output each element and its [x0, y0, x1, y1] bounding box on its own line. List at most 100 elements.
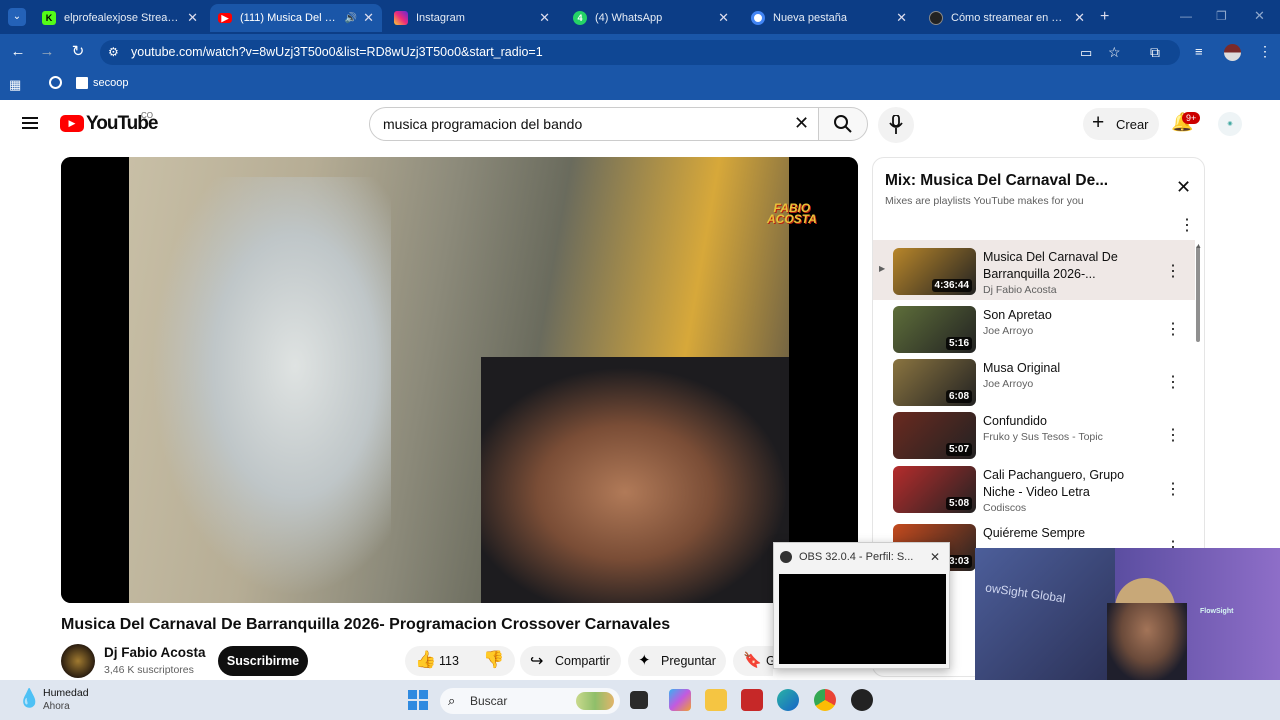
weather-droplet-icon[interactable]: 💧 [18, 688, 40, 709]
webcam-overlay: owSight Global FlowSight [975, 548, 1280, 680]
video-person-right [481, 357, 801, 603]
scroll-up-icon[interactable]: ▲ [1195, 243, 1202, 250]
apps-grid-icon[interactable]: ▦ [9, 77, 21, 93]
playlist-item[interactable]: ▶ 4:36:44 Musica Del Carnaval De Barranqui… [873, 240, 1195, 300]
item-menu-icon[interactable]: ⋮ [1165, 479, 1181, 499]
channel-avatar[interactable] [61, 644, 95, 678]
item-menu-icon[interactable]: ⋮ [1165, 372, 1181, 392]
weather-label[interactable]: Humedad [43, 687, 89, 699]
notification-badge: 9+ [1182, 112, 1201, 124]
bookmark-page-icon [76, 77, 88, 89]
dislike-icon[interactable]: 👎 [483, 650, 504, 670]
webcam-badge: FlowSight [1200, 608, 1234, 615]
mcafee-icon[interactable] [741, 689, 763, 711]
speaker-icon[interactable]: 🔊 [345, 13, 357, 24]
subscribe-button[interactable]: Suscribirme [218, 646, 308, 676]
playlist-item-title: Musa Original [983, 361, 1061, 375]
chrome-taskbar-icon[interactable] [814, 689, 836, 711]
obs-window-preview[interactable]: OBS 32.0.4 - Perfil: S... ✕ [773, 542, 950, 669]
tab-kick-guide[interactable]: Cómo streamear en Kick ✕ [921, 4, 1093, 32]
url-text[interactable]: youtube.com/watch?v=8wUzj3T50o0&list=RD8… [131, 45, 543, 59]
close-icon[interactable]: ✕ [930, 550, 940, 564]
close-playlist-icon[interactable]: ✕ [1176, 177, 1191, 198]
playlist-thumbnail: 4:36:44 [893, 248, 976, 295]
channel-name[interactable]: Dj Fabio Acosta [104, 645, 206, 660]
search-icon [834, 115, 852, 133]
video-player[interactable]: FABIO ACOSTA [61, 157, 858, 603]
maximize-icon[interactable]: ❐ [1216, 9, 1227, 23]
file-explorer-icon[interactable] [705, 689, 727, 711]
tab-search-icon[interactable]: ⌄ [8, 8, 26, 26]
playlist-item[interactable]: 5:08 Cali Pachanguero, Grupo Niche - Vide… [873, 466, 1195, 518]
item-menu-icon[interactable]: ⋮ [1165, 261, 1181, 281]
windows-start-icon[interactable] [408, 690, 428, 710]
globe-icon[interactable] [49, 76, 62, 89]
create-label: Crear [1116, 117, 1149, 132]
obs-preview [779, 574, 946, 664]
webcam-background [975, 548, 1115, 680]
back-icon[interactable]: ← [8, 42, 28, 62]
edge-icon[interactable] [777, 689, 799, 711]
playlist-menu-icon[interactable]: ⋮ [1179, 215, 1195, 235]
close-icon[interactable]: ✕ [718, 10, 729, 26]
reload-icon[interactable]: ↻ [68, 42, 88, 62]
window-close-icon[interactable]: ✕ [1254, 8, 1265, 24]
like-icon[interactable]: 👍 [415, 650, 436, 670]
playlist-item[interactable]: 5:07 Confundido Fruko y Sus Tesos - Topic ⋮ [873, 412, 1195, 464]
playlist-item-title: Musica Del Carnaval De Barranquilla 2026… [983, 250, 1118, 281]
search-icon: ⌕ [448, 693, 456, 708]
close-icon[interactable]: ✕ [539, 10, 550, 26]
chatgpt-icon [929, 11, 943, 25]
site-info-icon[interactable]: ⚙ [108, 45, 119, 59]
video-person-left [151, 177, 391, 597]
copilot-icon[interactable] [669, 689, 691, 711]
voice-search-button[interactable] [878, 107, 914, 143]
hamburger-menu-icon[interactable] [22, 117, 38, 119]
taskbar-search[interactable]: ⌕ Buscar [440, 688, 620, 714]
extensions-icon[interactable]: ⧉ [1150, 44, 1160, 61]
new-tab-icon[interactable]: + [1100, 8, 1109, 26]
close-icon[interactable]: ✕ [896, 10, 907, 26]
tab-instagram[interactable]: Instagram ✕ [386, 4, 558, 32]
item-menu-icon[interactable]: ⋮ [1165, 319, 1181, 339]
ask-button[interactable]: ✦ Preguntar [628, 646, 726, 676]
bookmark-star-icon[interactable]: ☆ [1108, 44, 1121, 61]
tab-whatsapp[interactable]: 4 (4) WhatsApp ✕ [565, 4, 737, 32]
media-control-icon[interactable]: ≡ [1195, 44, 1203, 59]
clear-search-icon[interactable]: ✕ [794, 113, 809, 134]
chrome-icon [751, 11, 765, 25]
close-icon[interactable]: ✕ [1074, 10, 1085, 26]
minimize-icon[interactable]: — [1180, 9, 1192, 23]
forward-icon[interactable]: → [37, 42, 57, 62]
bookmark-secoop[interactable]: secoop [93, 77, 128, 89]
whatsapp-icon: 4 [573, 11, 587, 25]
playlist-item[interactable]: 6:08 Musa Original Joe Arroyo ⋮ [873, 359, 1195, 411]
share-button[interactable]: ↪ Compartir [520, 646, 621, 676]
youtube-logo-icon[interactable]: ▶ [60, 115, 84, 132]
video-letterbox-left [61, 157, 129, 603]
playlist-item[interactable]: 5:16 Son Apretao Joe Arroyo ⋮ [873, 306, 1195, 358]
save-button[interactable]: 🔖 G [733, 646, 776, 676]
now-playing-icon: ▶ [879, 264, 886, 273]
task-view-icon[interactable] [630, 691, 648, 709]
menu-dots-icon[interactable]: ⋮ [1258, 43, 1272, 60]
like-count[interactable]: 113 [439, 654, 459, 668]
playlist-title[interactable]: Mix: Musica Del Carnaval De... [885, 172, 1108, 190]
playlist-thumbnail: 6:08 [893, 359, 976, 406]
playlist-item-title: Confundido [983, 414, 1047, 428]
item-menu-icon[interactable]: ⋮ [1165, 425, 1181, 445]
create-button[interactable]: + Crear [1083, 108, 1159, 140]
playlist-item-title: Quiéreme Sempre [983, 526, 1086, 540]
tab-kick[interactable]: K elprofealexjose Stream - W ✕ [34, 4, 206, 32]
search-input[interactable]: musica programacion del bando [383, 116, 582, 132]
close-icon[interactable]: ✕ [363, 10, 374, 26]
account-avatar[interactable]: ◉ [1218, 112, 1242, 136]
close-icon[interactable]: ✕ [187, 10, 198, 26]
profile-avatar-icon[interactable] [1224, 44, 1241, 61]
search-button[interactable] [818, 107, 868, 141]
tab-new[interactable]: Nueva pestaña ✕ [743, 4, 915, 32]
obs-taskbar-icon[interactable] [851, 689, 873, 711]
playlist-scrollbar[interactable] [1196, 246, 1200, 342]
tab-youtube[interactable]: ▶ (111) Musica Del Carna 🔊 ✕ [210, 4, 382, 32]
install-app-icon[interactable]: ▭ [1080, 45, 1092, 61]
